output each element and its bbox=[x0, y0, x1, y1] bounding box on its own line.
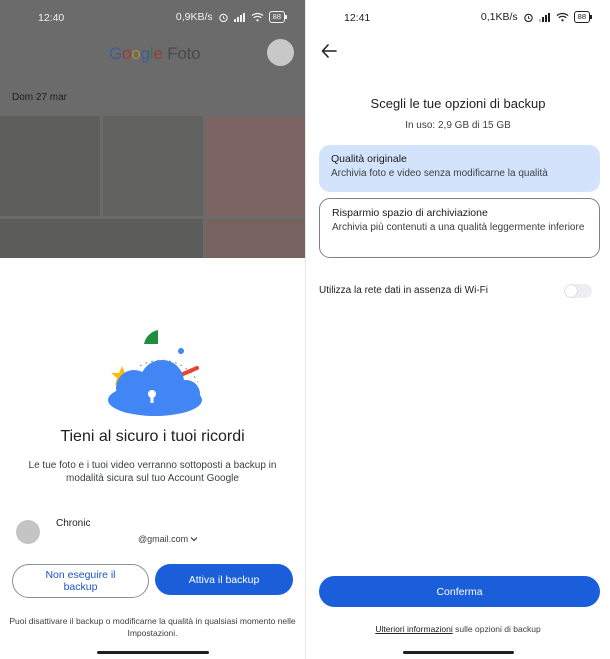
alarm-icon bbox=[523, 13, 533, 22]
storage-usage: In uso: 2,9 GB di 15 GB bbox=[405, 120, 511, 131]
learn-more-link[interactable]: Ulteriori informazioni bbox=[375, 624, 452, 634]
photo-thumbnail[interactable] bbox=[206, 219, 305, 258]
skip-backup-button[interactable]: Non eseguire il backup bbox=[12, 564, 149, 598]
mobile-data-toggle[interactable] bbox=[564, 284, 592, 298]
account-name: Chronic bbox=[56, 518, 91, 529]
photos-background-scrim: 12:40 0,9KB/s 88 Google Foto Dom 27 mar bbox=[0, 0, 305, 258]
signal-icon bbox=[538, 13, 550, 22]
account-email[interactable]: @gmail.com bbox=[138, 534, 188, 544]
photo-thumbnail[interactable] bbox=[206, 116, 305, 216]
battery-icon: 88 bbox=[268, 11, 288, 23]
back-arrow-icon[interactable] bbox=[320, 42, 338, 60]
logo-letter: g bbox=[140, 44, 150, 63]
wifi-icon bbox=[251, 12, 264, 22]
photo-thumbnail[interactable] bbox=[0, 219, 203, 258]
logo-product: Foto bbox=[167, 44, 201, 63]
option-description: Archivia più contenuti a una qualità leg… bbox=[332, 222, 585, 233]
account-avatar bbox=[16, 520, 40, 544]
network-speed: 0,9KB/s bbox=[175, 11, 213, 23]
status-time: 12:40 bbox=[38, 12, 65, 24]
logo-letter: o bbox=[131, 44, 141, 63]
backup-bottom-sheet: Tieni al sicuro i tuoi ricordi Le tue fo… bbox=[0, 258, 305, 659]
gesture-nav-bar[interactable] bbox=[403, 651, 514, 654]
google-photos-logo: Google Foto bbox=[109, 44, 201, 64]
battery-icon: 88 bbox=[573, 11, 593, 23]
right-screen: 12:41 0,1KB/s 88 Scegli le tue opzioni d… bbox=[306, 0, 610, 659]
logo-letter: o bbox=[122, 44, 132, 63]
footer-text: sulle opzioni di backup bbox=[452, 624, 541, 634]
status-bar: 12:41 0,1KB/s 88 bbox=[306, 0, 610, 34]
sheet-title: Tieni al sicuro i tuoi ricordi bbox=[60, 428, 245, 445]
network-speed: 0,1KB/s bbox=[480, 11, 518, 23]
mobile-data-label: Utilizza la rete dati in assenza di Wi-F… bbox=[319, 285, 488, 296]
option-original-quality[interactable]: Qualità originale Archivia foto e video … bbox=[319, 145, 600, 192]
status-icons: 0,1KB/s 88 bbox=[480, 11, 593, 23]
signal-icon bbox=[233, 13, 245, 22]
footer-note: Ulteriori informazioni sulle opzioni di … bbox=[306, 624, 610, 634]
date-header: Dom 27 mar bbox=[12, 92, 68, 103]
photo-thumbnail[interactable] bbox=[103, 116, 203, 216]
chevron-down-icon[interactable] bbox=[189, 534, 199, 544]
status-bar: 12:40 0,9KB/s 88 bbox=[0, 0, 305, 34]
sheet-description: Le tue foto e i tuoi video verranno sott… bbox=[28, 460, 277, 484]
logo-letter: e bbox=[153, 44, 163, 63]
photo-thumbnail[interactable] bbox=[0, 116, 100, 216]
option-title: Risparmio spazio di archiviazione bbox=[332, 207, 488, 219]
enable-backup-button[interactable]: Attiva il backup bbox=[155, 564, 293, 595]
gesture-nav-bar[interactable] bbox=[97, 651, 209, 654]
logo-letter: G bbox=[109, 44, 123, 63]
toggle-knob bbox=[565, 285, 577, 297]
cloud-backup-illustration bbox=[108, 330, 202, 416]
status-time: 12:41 bbox=[344, 12, 371, 24]
page-title: Scegli le tue opzioni di backup bbox=[370, 96, 546, 111]
profile-avatar[interactable] bbox=[267, 39, 294, 66]
option-title: Qualità originale bbox=[331, 153, 407, 165]
sheet-footer-note: Puoi disattivare il backup o modificarne… bbox=[9, 616, 296, 638]
wifi-icon bbox=[556, 12, 569, 22]
alarm-icon bbox=[218, 13, 228, 22]
status-icons: 0,9KB/s 88 bbox=[175, 11, 288, 23]
left-screen: 12:40 0,9KB/s 88 Google Foto Dom 27 mar bbox=[0, 0, 305, 659]
option-storage-saver[interactable]: Risparmio spazio di archiviazione Archiv… bbox=[319, 198, 600, 258]
confirm-button[interactable]: Conferma bbox=[319, 576, 600, 607]
option-description: Archivia foto e video senza modificarne … bbox=[331, 168, 548, 179]
